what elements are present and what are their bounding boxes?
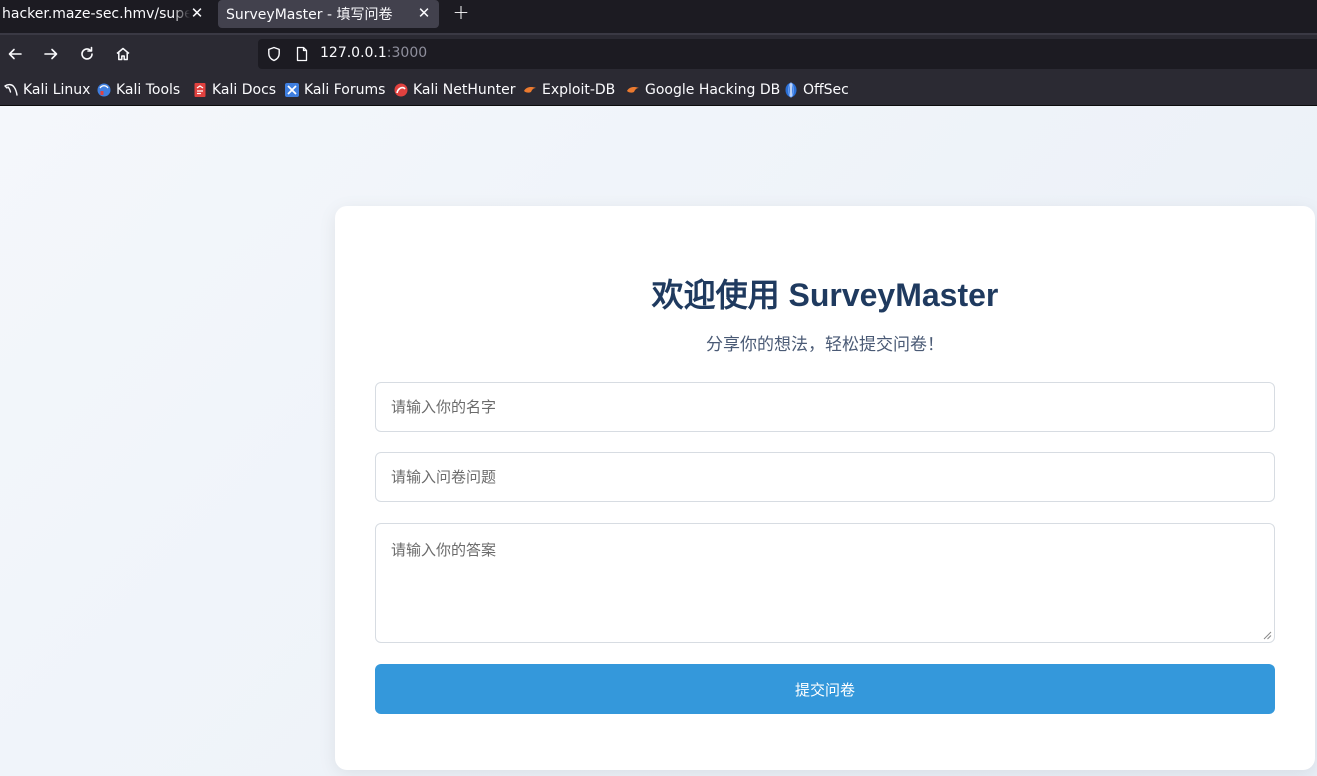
bookmark-google-hacking-db[interactable]: Google Hacking DB: [625, 80, 780, 100]
submit-button-label: 提交问卷: [794, 680, 855, 699]
tab-close-icon[interactable]: ✕: [415, 4, 433, 22]
url-host: 127.0.0.1: [320, 45, 387, 61]
name-placeholder: 请输入你的名字: [391, 398, 497, 416]
tab-inactive[interactable]: hacker.maze-sec.hmv/superc ✕: [0, 0, 208, 28]
bookmark-label: Kali Linux: [23, 82, 91, 98]
url-port: :3000: [386, 45, 428, 61]
bookmark-label: Kali Forums: [304, 82, 386, 98]
resize-handle-icon[interactable]: [1262, 630, 1272, 640]
bookmark-kali-linux[interactable]: Kali Linux: [3, 80, 90, 100]
bookmark-label: Exploit-DB: [542, 82, 616, 98]
reload-icon[interactable]: [74, 41, 100, 67]
bookmark-exploit-db[interactable]: Exploit-DB: [522, 80, 615, 100]
exploit-db-icon: [524, 87, 536, 93]
kali-dragon-icon: [4, 83, 18, 96]
navigation-toolbar: 127.0.0.1:3000: [0, 35, 1317, 73]
bookmark-label: Kali Tools: [116, 82, 181, 98]
bookmark-offsec[interactable]: OffSec: [783, 80, 849, 100]
tab-strip: hacker.maze-sec.hmv/superc ✕ SurveyMaste…: [0, 0, 1317, 35]
bookmark-kali-forums[interactable]: Kali Forums: [284, 80, 385, 100]
bookmark-kali-tools[interactable]: Kali Tools: [96, 80, 180, 100]
name-input[interactable]: 请输入你的名字: [375, 382, 1275, 432]
bookmark-label: OffSec: [803, 82, 849, 98]
kali-docs-icon: [194, 83, 206, 97]
bookmark-kali-docs[interactable]: Kali Docs: [192, 80, 276, 100]
tab-active[interactable]: SurveyMaster - 填写问卷 ✕: [218, 0, 439, 28]
home-icon[interactable]: [110, 41, 136, 67]
url-text[interactable]: 127.0.0.1:3000: [320, 45, 427, 61]
url-bar[interactable]: 127.0.0.1:3000: [258, 39, 1317, 69]
question-input[interactable]: 请输入问卷问题: [375, 452, 1275, 502]
question-placeholder: 请输入问卷问题: [391, 468, 497, 486]
nethunter-icon: [394, 83, 408, 97]
tab-title: SurveyMaster - 填写问卷: [226, 7, 393, 23]
back-arrow-icon[interactable]: [2, 41, 28, 67]
page-viewport: 欢迎使用 SurveyMaster 分享你的想法，轻松提交问卷！ 请输入你的名字…: [0, 106, 1317, 776]
offsec-icon: [785, 82, 797, 98]
answer-textarea[interactable]: 请输入你的答案: [375, 523, 1275, 643]
tab-title: hacker.maze-sec.hmv/superc: [2, 6, 190, 22]
bookmark-label: Google Hacking DB: [645, 82, 781, 98]
shield-icon[interactable]: [266, 46, 282, 62]
bookmark-label: Kali Docs: [212, 82, 277, 98]
bookmark-label: Kali NetHunter: [413, 82, 516, 98]
kali-tools-icon: [97, 83, 111, 97]
bookmarks-toolbar: Kali Linux Kali Tools Kali Docs Kali For…: [0, 73, 1317, 106]
bookmark-kali-nethunter[interactable]: Kali NetHunter: [393, 80, 515, 100]
tab-close-icon[interactable]: ✕: [188, 4, 206, 22]
page-title: 欢迎使用 SurveyMaster: [651, 277, 999, 313]
survey-card: 欢迎使用 SurveyMaster 分享你的想法，轻松提交问卷！ 请输入你的名字…: [335, 206, 1315, 770]
ghdb-icon: [627, 87, 639, 93]
submit-button[interactable]: 提交问卷: [375, 664, 1275, 714]
answer-placeholder: 请输入你的答案: [391, 541, 497, 559]
new-tab-plus-icon[interactable]: +: [450, 0, 472, 24]
kali-forums-icon: [285, 83, 299, 97]
page-subtitle: 分享你的想法，轻松提交问卷！: [706, 335, 944, 355]
forward-arrow-icon[interactable]: [38, 41, 64, 67]
page-icon[interactable]: [294, 46, 310, 62]
